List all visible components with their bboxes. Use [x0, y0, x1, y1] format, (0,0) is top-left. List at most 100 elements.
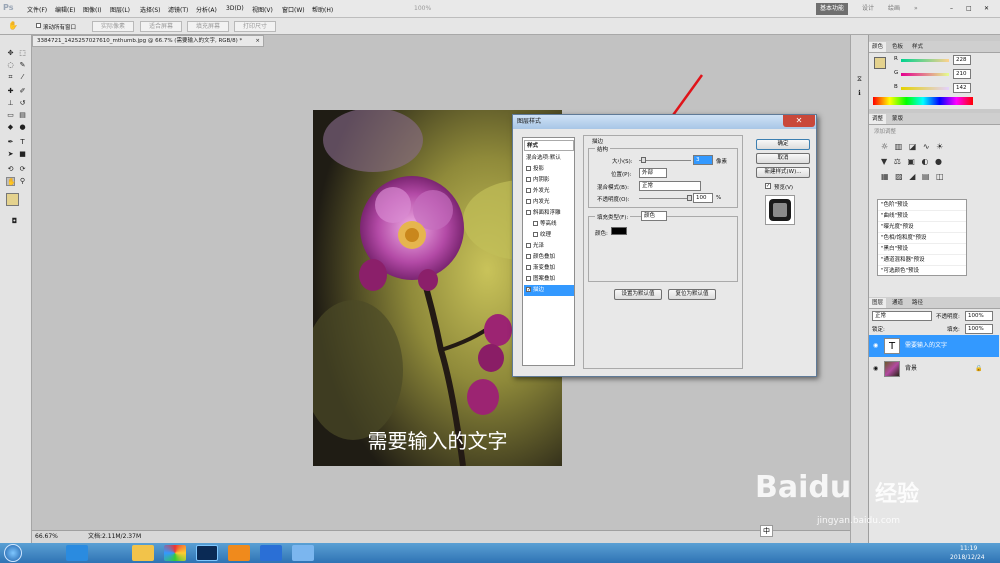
size-slider[interactable]	[639, 160, 691, 161]
fill-type-select[interactable]: 颜色	[641, 211, 667, 221]
checkbox[interactable]	[526, 188, 531, 193]
checkbox[interactable]	[526, 177, 531, 182]
eraser-tool-icon[interactable]: ▭	[6, 111, 15, 120]
workspace-more[interactable]: »	[910, 3, 922, 15]
menu-3d[interactable]: 3D(D)	[226, 5, 244, 12]
style-item-color-overlay[interactable]: 颜色叠加	[524, 252, 574, 263]
preset-curves[interactable]: "曲线"预设	[878, 211, 966, 222]
color-spectrum-ramp[interactable]	[873, 97, 973, 105]
print-size-button[interactable]: 打印尺寸	[234, 21, 276, 32]
lasso-tool-icon[interactable]: ◌	[6, 61, 15, 70]
type-tool-icon[interactable]: T	[18, 138, 27, 147]
gradient-tool-icon[interactable]: ▤	[18, 111, 27, 120]
style-item-satin[interactable]: 光泽	[524, 241, 574, 252]
document-tab[interactable]: 3384721_1425257027610_mthumb.jpg @ 66.7%…	[32, 35, 264, 47]
preset-selective-color[interactable]: "可选颜色"预设	[878, 266, 966, 277]
workspace-essentials[interactable]: 基本功能	[816, 3, 849, 15]
fill-screen-button[interactable]: 填充屏幕	[187, 21, 229, 32]
opacity-slider-thumb[interactable]	[687, 195, 692, 201]
channel-r-value[interactable]: 228	[953, 55, 971, 65]
color-foreground-swatch[interactable]	[874, 57, 886, 69]
start-button-icon[interactable]	[4, 544, 22, 562]
workspace-design[interactable]: 设计	[858, 3, 878, 15]
marquee-tool-icon[interactable]: ⬚	[18, 49, 27, 58]
zoom-level-menu[interactable]: 100%	[414, 5, 431, 12]
clock-time[interactable]: 11:19	[960, 545, 977, 552]
layer-opacity-field[interactable]: 100%	[965, 311, 993, 321]
channel-b-slider[interactable]	[901, 87, 949, 90]
menu-file[interactable]: 文件(F)	[27, 5, 47, 14]
layer-fill-field[interactable]: 100%	[965, 324, 993, 334]
hand-tool-icon-active[interactable]: ✋	[6, 177, 16, 186]
dodge-tool-icon[interactable]: ●	[18, 123, 27, 132]
tab-swatches[interactable]: 色板	[889, 42, 906, 52]
crop-tool-icon[interactable]: ⌗	[6, 73, 15, 82]
opacity-field[interactable]: 100	[693, 193, 713, 203]
app-orange-icon[interactable]	[228, 545, 250, 561]
style-item-texture[interactable]: 纹理	[524, 230, 574, 241]
wps-icon[interactable]	[260, 545, 282, 561]
shape-tool-icon[interactable]: ■	[18, 150, 27, 159]
checkbox[interactable]	[526, 166, 531, 171]
ok-button[interactable]: 确定	[756, 139, 810, 150]
eyedropper-tool-icon[interactable]: ⁄	[18, 73, 27, 82]
tab-masks[interactable]: 蒙版	[889, 114, 906, 124]
checkbox[interactable]	[526, 254, 531, 259]
position-select[interactable]: 外部	[639, 168, 667, 178]
checkbox[interactable]	[526, 199, 531, 204]
stamp-tool-icon[interactable]: ⊥	[6, 99, 15, 108]
layer-row-text[interactable]: ◉ T 需要输入的文字	[869, 335, 999, 357]
preset-levels[interactable]: "色阶"预设	[878, 200, 966, 211]
style-item-inner-shadow[interactable]: 内阴影	[524, 175, 574, 186]
info-icon[interactable]: ℹ	[855, 89, 864, 98]
folder-icon[interactable]	[132, 545, 154, 561]
style-item-outer-glow[interactable]: 外发光	[524, 186, 574, 197]
checkbox-checked[interactable]: ✓	[526, 287, 531, 293]
healing-tool-icon[interactable]: ✚	[6, 87, 15, 96]
checkbox[interactable]	[533, 221, 538, 226]
set-default-button[interactable]: 设置为默认值	[614, 289, 662, 300]
history-icon[interactable]: ⧖	[855, 75, 864, 84]
layer-name-text[interactable]: 需要输入的文字	[905, 335, 947, 357]
style-item-stroke[interactable]: ✓ 描边	[524, 285, 574, 296]
style-item-drop-shadow[interactable]: 投影	[524, 164, 574, 175]
eye-icon[interactable]: ◉	[873, 358, 878, 380]
browser-icon[interactable]	[164, 545, 186, 561]
channel-r-slider[interactable]	[901, 59, 949, 62]
tab-channels[interactable]: 通道	[889, 298, 906, 308]
clock-date[interactable]: 2018/12/24	[950, 554, 985, 561]
menu-window[interactable]: 窗口(W)	[282, 5, 305, 14]
doc-close-icon[interactable]: ×	[255, 36, 260, 46]
cancel-button[interactable]: 取消	[756, 153, 810, 164]
size-field[interactable]: 3	[693, 155, 713, 165]
menu-image[interactable]: 图像(I)	[83, 5, 101, 14]
menu-edit[interactable]: 编辑(E)	[55, 5, 75, 14]
layer-name-background[interactable]: 背景	[905, 358, 917, 380]
tab-adjustments[interactable]: 调整	[869, 114, 887, 124]
layer-blend-select[interactable]: 正常	[872, 311, 932, 321]
menu-analysis[interactable]: 分析(A)	[196, 5, 217, 14]
size-slider-thumb[interactable]	[641, 157, 646, 163]
tab-styles[interactable]: 样式	[909, 42, 926, 52]
tab-layers[interactable]: 图层	[869, 298, 887, 308]
channel-g-slider[interactable]	[901, 73, 949, 76]
actual-pixels-button[interactable]: 实际像素	[92, 21, 134, 32]
tab-paths[interactable]: 路径	[909, 298, 926, 308]
fit-screen-button[interactable]: 适合屏幕	[140, 21, 182, 32]
style-item-gradient-overlay[interactable]: 渐变叠加	[524, 263, 574, 274]
close-app-button[interactable]: ✕	[980, 3, 993, 15]
workspace-painting[interactable]: 绘画	[884, 3, 904, 15]
checkbox[interactable]	[526, 276, 531, 281]
menu-select[interactable]: 选择(S)	[140, 5, 161, 14]
new-style-button[interactable]: 新建样式(W)...	[756, 167, 810, 178]
opacity-slider[interactable]	[639, 198, 691, 199]
preset-hue-sat[interactable]: "色相/饱和度"预设	[878, 233, 966, 244]
3d-orbit-icon[interactable]: ⟳	[18, 165, 27, 174]
dialog-close-button[interactable]: ✕	[783, 115, 815, 127]
ime-indicator[interactable]: 中	[760, 525, 773, 537]
history-brush-icon[interactable]: ↺	[18, 99, 27, 108]
zoom-tool-icon[interactable]: ⚲	[18, 177, 27, 186]
quick-mask-icon[interactable]: ◘	[10, 217, 19, 226]
pen-tool-icon[interactable]: ✒	[6, 138, 15, 147]
scroll-all-checkbox[interactable]	[36, 23, 41, 28]
